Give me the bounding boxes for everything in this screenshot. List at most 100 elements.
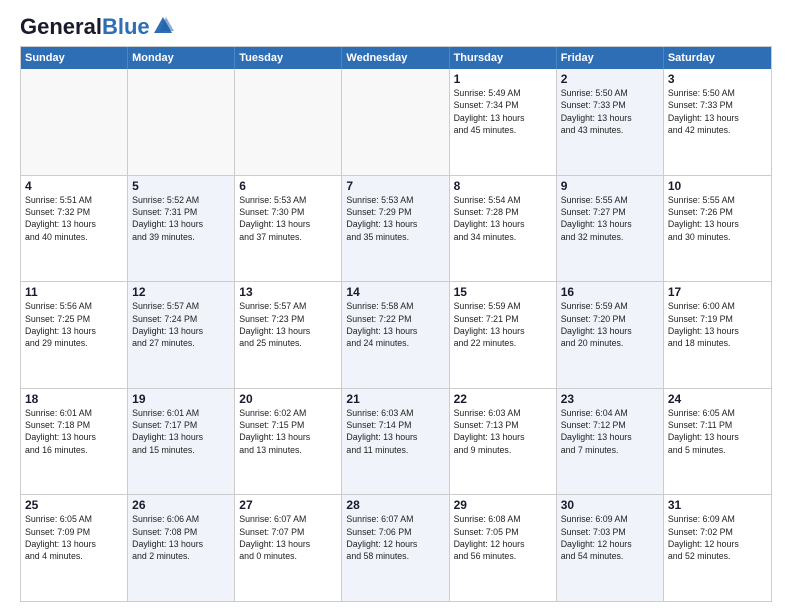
empty-cell-0-2 (235, 69, 342, 175)
calendar-row-3: 11Sunrise: 5:56 AM Sunset: 7:25 PM Dayli… (21, 281, 771, 388)
calendar-body: 1Sunrise: 5:49 AM Sunset: 7:34 PM Daylig… (21, 69, 771, 601)
day-info: Sunrise: 5:54 AM Sunset: 7:28 PM Dayligh… (454, 194, 552, 243)
day-cell-1: 1Sunrise: 5:49 AM Sunset: 7:34 PM Daylig… (450, 69, 557, 175)
day-cell-11: 11Sunrise: 5:56 AM Sunset: 7:25 PM Dayli… (21, 282, 128, 388)
day-info: Sunrise: 5:50 AM Sunset: 7:33 PM Dayligh… (668, 87, 767, 136)
day-number: 8 (454, 179, 552, 193)
day-cell-18: 18Sunrise: 6:01 AM Sunset: 7:18 PM Dayli… (21, 389, 128, 495)
day-info: Sunrise: 5:53 AM Sunset: 7:30 PM Dayligh… (239, 194, 337, 243)
day-info: Sunrise: 6:02 AM Sunset: 7:15 PM Dayligh… (239, 407, 337, 456)
calendar-row-2: 4Sunrise: 5:51 AM Sunset: 7:32 PM Daylig… (21, 175, 771, 282)
day-cell-9: 9Sunrise: 5:55 AM Sunset: 7:27 PM Daylig… (557, 176, 664, 282)
day-cell-26: 26Sunrise: 6:06 AM Sunset: 7:08 PM Dayli… (128, 495, 235, 601)
day-info: Sunrise: 6:07 AM Sunset: 7:06 PM Dayligh… (346, 513, 444, 562)
day-number: 5 (132, 179, 230, 193)
weekday-header-saturday: Saturday (664, 47, 771, 69)
day-info: Sunrise: 5:55 AM Sunset: 7:26 PM Dayligh… (668, 194, 767, 243)
weekday-header-wednesday: Wednesday (342, 47, 449, 69)
page: GeneralBlue Blue SundayMondayTuesdayWedn… (0, 0, 792, 612)
day-number: 16 (561, 285, 659, 299)
day-number: 22 (454, 392, 552, 406)
logo-text: GeneralBlue (20, 16, 150, 38)
day-number: 7 (346, 179, 444, 193)
day-cell-2: 2Sunrise: 5:50 AM Sunset: 7:33 PM Daylig… (557, 69, 664, 175)
day-info: Sunrise: 5:57 AM Sunset: 7:24 PM Dayligh… (132, 300, 230, 349)
calendar-row-5: 25Sunrise: 6:05 AM Sunset: 7:09 PM Dayli… (21, 494, 771, 601)
day-cell-14: 14Sunrise: 5:58 AM Sunset: 7:22 PM Dayli… (342, 282, 449, 388)
day-info: Sunrise: 6:03 AM Sunset: 7:13 PM Dayligh… (454, 407, 552, 456)
day-number: 4 (25, 179, 123, 193)
day-cell-19: 19Sunrise: 6:01 AM Sunset: 7:17 PM Dayli… (128, 389, 235, 495)
day-number: 2 (561, 72, 659, 86)
day-info: Sunrise: 6:07 AM Sunset: 7:07 PM Dayligh… (239, 513, 337, 562)
day-number: 9 (561, 179, 659, 193)
day-cell-25: 25Sunrise: 6:05 AM Sunset: 7:09 PM Dayli… (21, 495, 128, 601)
day-number: 20 (239, 392, 337, 406)
day-number: 21 (346, 392, 444, 406)
day-info: Sunrise: 6:06 AM Sunset: 7:08 PM Dayligh… (132, 513, 230, 562)
weekday-header-tuesday: Tuesday (235, 47, 342, 69)
day-info: Sunrise: 5:49 AM Sunset: 7:34 PM Dayligh… (454, 87, 552, 136)
day-number: 14 (346, 285, 444, 299)
day-cell-22: 22Sunrise: 6:03 AM Sunset: 7:13 PM Dayli… (450, 389, 557, 495)
day-cell-13: 13Sunrise: 5:57 AM Sunset: 7:23 PM Dayli… (235, 282, 342, 388)
day-info: Sunrise: 6:04 AM Sunset: 7:12 PM Dayligh… (561, 407, 659, 456)
day-info: Sunrise: 6:05 AM Sunset: 7:11 PM Dayligh… (668, 407, 767, 456)
weekday-header-thursday: Thursday (450, 47, 557, 69)
day-number: 11 (25, 285, 123, 299)
calendar-row-1: 1Sunrise: 5:49 AM Sunset: 7:34 PM Daylig… (21, 69, 771, 175)
logo-icon (152, 15, 174, 37)
weekday-header-monday: Monday (128, 47, 235, 69)
day-number: 27 (239, 498, 337, 512)
day-number: 13 (239, 285, 337, 299)
day-cell-3: 3Sunrise: 5:50 AM Sunset: 7:33 PM Daylig… (664, 69, 771, 175)
day-number: 25 (25, 498, 123, 512)
weekday-header-sunday: Sunday (21, 47, 128, 69)
day-cell-21: 21Sunrise: 6:03 AM Sunset: 7:14 PM Dayli… (342, 389, 449, 495)
day-info: Sunrise: 5:53 AM Sunset: 7:29 PM Dayligh… (346, 194, 444, 243)
day-info: Sunrise: 5:55 AM Sunset: 7:27 PM Dayligh… (561, 194, 659, 243)
day-info: Sunrise: 5:50 AM Sunset: 7:33 PM Dayligh… (561, 87, 659, 136)
day-cell-12: 12Sunrise: 5:57 AM Sunset: 7:24 PM Dayli… (128, 282, 235, 388)
day-info: Sunrise: 5:59 AM Sunset: 7:21 PM Dayligh… (454, 300, 552, 349)
day-cell-24: 24Sunrise: 6:05 AM Sunset: 7:11 PM Dayli… (664, 389, 771, 495)
day-cell-20: 20Sunrise: 6:02 AM Sunset: 7:15 PM Dayli… (235, 389, 342, 495)
day-info: Sunrise: 6:03 AM Sunset: 7:14 PM Dayligh… (346, 407, 444, 456)
day-cell-15: 15Sunrise: 5:59 AM Sunset: 7:21 PM Dayli… (450, 282, 557, 388)
day-info: Sunrise: 6:08 AM Sunset: 7:05 PM Dayligh… (454, 513, 552, 562)
day-number: 6 (239, 179, 337, 193)
day-cell-27: 27Sunrise: 6:07 AM Sunset: 7:07 PM Dayli… (235, 495, 342, 601)
day-cell-31: 31Sunrise: 6:09 AM Sunset: 7:02 PM Dayli… (664, 495, 771, 601)
day-number: 28 (346, 498, 444, 512)
day-number: 30 (561, 498, 659, 512)
day-info: Sunrise: 6:05 AM Sunset: 7:09 PM Dayligh… (25, 513, 123, 562)
header: GeneralBlue Blue (20, 16, 772, 38)
day-info: Sunrise: 5:52 AM Sunset: 7:31 PM Dayligh… (132, 194, 230, 243)
day-cell-16: 16Sunrise: 5:59 AM Sunset: 7:20 PM Dayli… (557, 282, 664, 388)
day-number: 23 (561, 392, 659, 406)
day-number: 17 (668, 285, 767, 299)
day-number: 31 (668, 498, 767, 512)
calendar-row-4: 18Sunrise: 6:01 AM Sunset: 7:18 PM Dayli… (21, 388, 771, 495)
day-cell-29: 29Sunrise: 6:08 AM Sunset: 7:05 PM Dayli… (450, 495, 557, 601)
day-info: Sunrise: 6:01 AM Sunset: 7:18 PM Dayligh… (25, 407, 123, 456)
calendar-header: SundayMondayTuesdayWednesdayThursdayFrid… (21, 47, 771, 69)
weekday-header-friday: Friday (557, 47, 664, 69)
day-cell-4: 4Sunrise: 5:51 AM Sunset: 7:32 PM Daylig… (21, 176, 128, 282)
day-cell-10: 10Sunrise: 5:55 AM Sunset: 7:26 PM Dayli… (664, 176, 771, 282)
day-cell-7: 7Sunrise: 5:53 AM Sunset: 7:29 PM Daylig… (342, 176, 449, 282)
empty-cell-0-3 (342, 69, 449, 175)
day-number: 15 (454, 285, 552, 299)
empty-cell-0-1 (128, 69, 235, 175)
day-info: Sunrise: 6:01 AM Sunset: 7:17 PM Dayligh… (132, 407, 230, 456)
day-number: 19 (132, 392, 230, 406)
day-info: Sunrise: 6:09 AM Sunset: 7:03 PM Dayligh… (561, 513, 659, 562)
day-number: 18 (25, 392, 123, 406)
day-cell-30: 30Sunrise: 6:09 AM Sunset: 7:03 PM Dayli… (557, 495, 664, 601)
day-cell-8: 8Sunrise: 5:54 AM Sunset: 7:28 PM Daylig… (450, 176, 557, 282)
calendar: SundayMondayTuesdayWednesdayThursdayFrid… (20, 46, 772, 602)
day-info: Sunrise: 5:51 AM Sunset: 7:32 PM Dayligh… (25, 194, 123, 243)
day-number: 3 (668, 72, 767, 86)
day-number: 26 (132, 498, 230, 512)
day-cell-23: 23Sunrise: 6:04 AM Sunset: 7:12 PM Dayli… (557, 389, 664, 495)
